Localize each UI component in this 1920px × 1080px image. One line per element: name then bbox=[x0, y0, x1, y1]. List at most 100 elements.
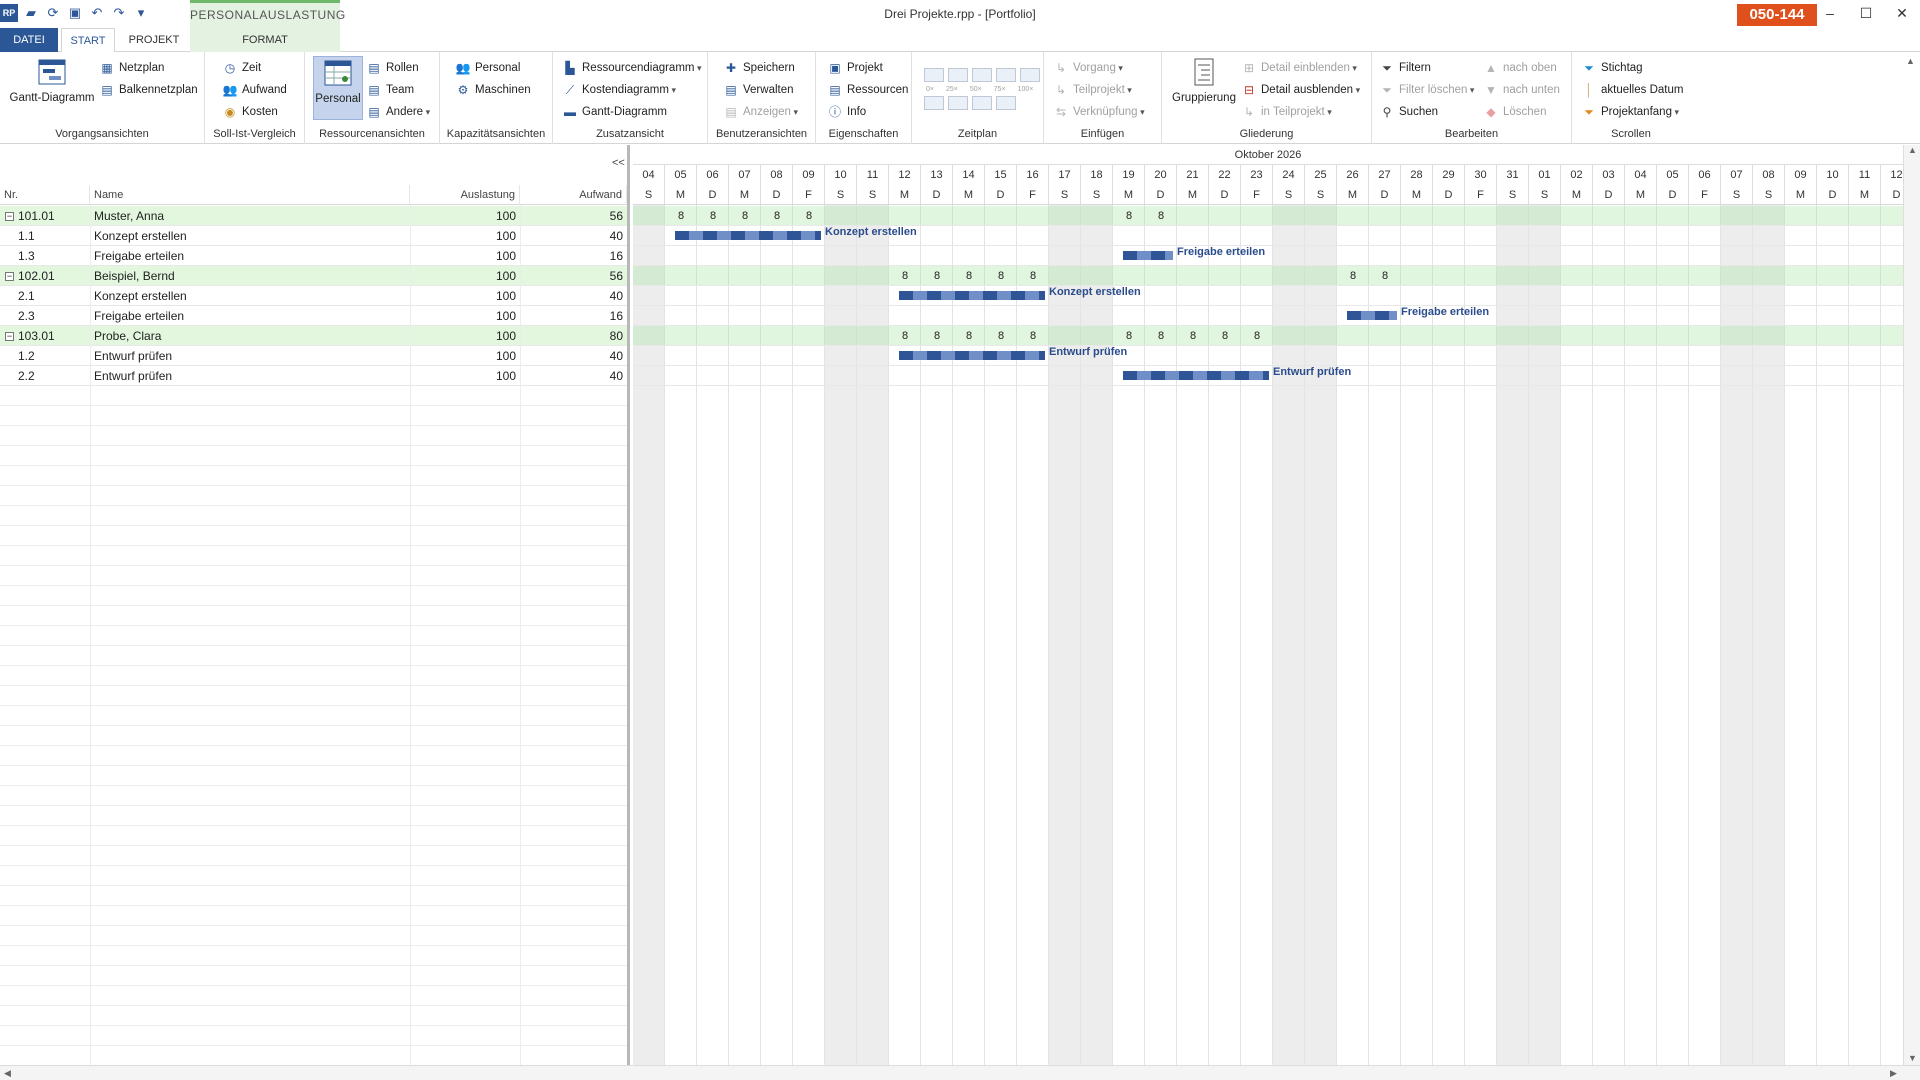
flag-icon: ⏷ bbox=[1584, 61, 1594, 75]
group-eigenschaften: ▣ Projekt ▤ Ressourcen ⓘ Info Eigenschaften bbox=[816, 52, 912, 144]
task-row[interactable]: 1.2 Entwurf prüfen 100 40 bbox=[0, 346, 627, 366]
minimize-button[interactable]: – bbox=[1810, 0, 1850, 28]
scroll-down-icon[interactable]: ▼ bbox=[1908, 1053, 1917, 1063]
projektanfang-label: Projektanfang bbox=[1601, 102, 1679, 122]
header-auslastung[interactable]: Auslastung bbox=[410, 185, 520, 205]
scroll-right-icon[interactable]: ▶ bbox=[1890, 1068, 1897, 1079]
task-bar[interactable] bbox=[899, 351, 1045, 360]
ansicht-anzeigen-dropdown[interactable]: ▤ Anzeigen bbox=[724, 102, 798, 122]
filter-loeschen-dropdown[interactable]: ⏷ Filter löschen bbox=[1380, 80, 1474, 100]
team-button[interactable]: ▤ Team bbox=[367, 80, 414, 100]
netzplan-button[interactable]: ▦ Netzplan bbox=[100, 58, 164, 78]
refresh-icon[interactable]: ⟳ bbox=[44, 4, 62, 22]
header-aufwand[interactable]: Aufwand bbox=[520, 185, 627, 205]
maximize-button[interactable]: ☐ bbox=[1846, 0, 1886, 28]
day-number: 01 bbox=[1529, 165, 1561, 185]
machines-icon: ⚙ bbox=[457, 83, 469, 97]
suchen-button[interactable]: ⚲ Suchen bbox=[1380, 102, 1438, 122]
balkennetzplan-button[interactable]: ▤ Balkennetzplan bbox=[100, 80, 197, 100]
cell-nr-text: 2.1 bbox=[18, 289, 35, 303]
ansicht-speichern-label: Speichern bbox=[743, 62, 795, 74]
zeit-button[interactable]: ◷ Zeit bbox=[223, 58, 261, 78]
schedule-split-icon[interactable] bbox=[948, 96, 968, 110]
schedule-move-icon[interactable] bbox=[924, 96, 944, 110]
horizontal-scrollbar[interactable]: ◀ ▶ bbox=[0, 1065, 1920, 1080]
scroll-up-icon[interactable]: ▲ bbox=[1908, 145, 1917, 155]
ressourcen-eigenschaften-button[interactable]: ▤ Ressourcen bbox=[828, 80, 908, 100]
collapse-toggle-icon[interactable]: − bbox=[5, 332, 14, 342]
header-nr[interactable]: Nr. bbox=[0, 185, 90, 205]
aufwand-button[interactable]: 👥 Aufwand bbox=[223, 80, 287, 100]
redo-icon[interactable]: ↷ bbox=[110, 4, 128, 22]
stichtag-button[interactable]: ⏷ Stichtag bbox=[1582, 58, 1642, 78]
rollen-button[interactable]: ▤ Rollen bbox=[367, 58, 418, 78]
cell-aufwand: 16 bbox=[520, 246, 627, 266]
tab-format[interactable]: FORMAT bbox=[190, 28, 340, 52]
kostendiagramm-dropdown[interactable]: ⟋ Kostendiagramm bbox=[563, 80, 676, 100]
in-teilprojekt-dropdown[interactable]: ↳ in Teilprojekt bbox=[1242, 102, 1332, 122]
detail-ausblenden-dropdown[interactable]: ⊟ Detail ausblenden bbox=[1242, 80, 1360, 100]
detail-einblenden-dropdown[interactable]: ⊞ Detail einblenden bbox=[1242, 58, 1357, 78]
day-number: 22 bbox=[1209, 165, 1241, 185]
ansicht-verwalten-button[interactable]: ▤ Verwalten bbox=[724, 80, 793, 100]
undo-icon[interactable]: ↶ bbox=[88, 4, 106, 22]
tab-start[interactable]: START bbox=[61, 28, 115, 53]
header-name[interactable]: Name bbox=[90, 185, 410, 205]
gantt-diagramm-button[interactable]: Gantt-Diagramm bbox=[8, 56, 96, 104]
hours-value: 8 bbox=[901, 270, 909, 282]
cell-name-text: Muster, Anna bbox=[94, 209, 165, 223]
close-button[interactable]: ✕ bbox=[1882, 0, 1920, 28]
gruppierung-button[interactable]: Gruppierung bbox=[1166, 56, 1242, 104]
ansicht-speichern-button[interactable]: ✚ Speichern bbox=[724, 58, 795, 78]
collapse-toggle-icon[interactable]: − bbox=[5, 272, 14, 282]
customize-qat-icon[interactable]: ▾ bbox=[132, 4, 150, 22]
nach-oben-label: nach oben bbox=[1503, 62, 1557, 74]
nach-oben-button[interactable]: ▲ nach oben bbox=[1484, 58, 1557, 78]
task-row[interactable]: 1.1 Konzept erstellen 100 40 bbox=[0, 226, 627, 246]
info-button[interactable]: ⓘ Info bbox=[828, 102, 866, 122]
projekt-eigenschaften-button[interactable]: ▣ Projekt bbox=[828, 58, 882, 78]
resource-row[interactable]: −103.01 Probe, Clara 100 80 bbox=[0, 326, 627, 346]
task-bar[interactable] bbox=[1123, 371, 1269, 380]
save-icon[interactable]: ▣ bbox=[66, 4, 84, 22]
tab-datei[interactable]: DATEI bbox=[0, 28, 58, 52]
ressourcendiagramm-dropdown[interactable]: ▙ Ressourcendiagramm bbox=[563, 58, 702, 78]
day-letter: M bbox=[665, 185, 697, 205]
tab-projekt[interactable]: PROJEKT bbox=[120, 28, 188, 52]
cell-aufwand-text: 40 bbox=[609, 369, 623, 383]
filtern-button[interactable]: ⏷ Filtern bbox=[1380, 58, 1431, 78]
kapazitaet-personal-button[interactable]: 👥 Personal bbox=[456, 58, 521, 78]
task-bar[interactable] bbox=[1347, 311, 1397, 320]
zusatz-gantt-button[interactable]: ▬ Gantt-Diagramm bbox=[563, 102, 667, 122]
collapse-toggle-icon[interactable]: − bbox=[5, 212, 14, 222]
personal-view-button[interactable]: Personal bbox=[313, 56, 363, 120]
ribbon-collapse-icon[interactable]: ▲ bbox=[1906, 56, 1915, 66]
task-row[interactable]: 2.3 Freigabe erteilen 100 16 bbox=[0, 306, 627, 326]
collapse-table-button[interactable]: << bbox=[612, 157, 625, 169]
verknuepfung-dropdown[interactable]: ⇆ Verknüpfung bbox=[1054, 102, 1145, 122]
open-icon[interactable]: ▰ bbox=[22, 4, 40, 22]
scroll-left-icon[interactable]: ◀ bbox=[4, 1068, 11, 1079]
vertical-scrollbar[interactable]: ▲ ▼ bbox=[1903, 145, 1920, 1065]
task-row[interactable]: 2.1 Konzept erstellen 100 40 bbox=[0, 286, 627, 306]
projektanfang-dropdown[interactable]: ⏷ Projektanfang bbox=[1582, 102, 1679, 122]
schedule-options-icon[interactable] bbox=[996, 96, 1016, 110]
vorgang-einfuegen-dropdown[interactable]: ↳ Vorgang bbox=[1054, 58, 1123, 78]
nach-unten-button[interactable]: ▼ nach unten bbox=[1484, 80, 1560, 100]
task-bar[interactable] bbox=[899, 291, 1045, 300]
arrow-down-icon: ▼ bbox=[1485, 83, 1497, 97]
kosten-button[interactable]: ◉ Kosten bbox=[223, 102, 278, 122]
task-bar[interactable] bbox=[675, 231, 821, 240]
task-row[interactable]: 1.3 Freigabe erteilen 100 16 bbox=[0, 246, 627, 266]
schedule-align-icon[interactable] bbox=[972, 96, 992, 110]
loeschen-button[interactable]: ◆ Löschen bbox=[1484, 102, 1546, 122]
ribbon-tabs: DATEI START PROJEKT FORMAT bbox=[0, 28, 1920, 53]
teilprojekt-einfuegen-dropdown[interactable]: ↳ Teilprojekt bbox=[1054, 80, 1132, 100]
aktuelles-datum-button[interactable]: │ aktuelles Datum bbox=[1582, 80, 1683, 100]
resource-row[interactable]: −101.01 Muster, Anna 100 56 bbox=[0, 206, 627, 226]
maschinen-button[interactable]: ⚙ Maschinen bbox=[456, 80, 531, 100]
andere-dropdown[interactable]: ▤ Andere bbox=[367, 102, 430, 122]
task-row[interactable]: 2.2 Entwurf prüfen 100 40 bbox=[0, 366, 627, 386]
resource-row[interactable]: −102.01 Beispiel, Bernd 100 56 bbox=[0, 266, 627, 286]
task-bar[interactable] bbox=[1123, 251, 1173, 260]
